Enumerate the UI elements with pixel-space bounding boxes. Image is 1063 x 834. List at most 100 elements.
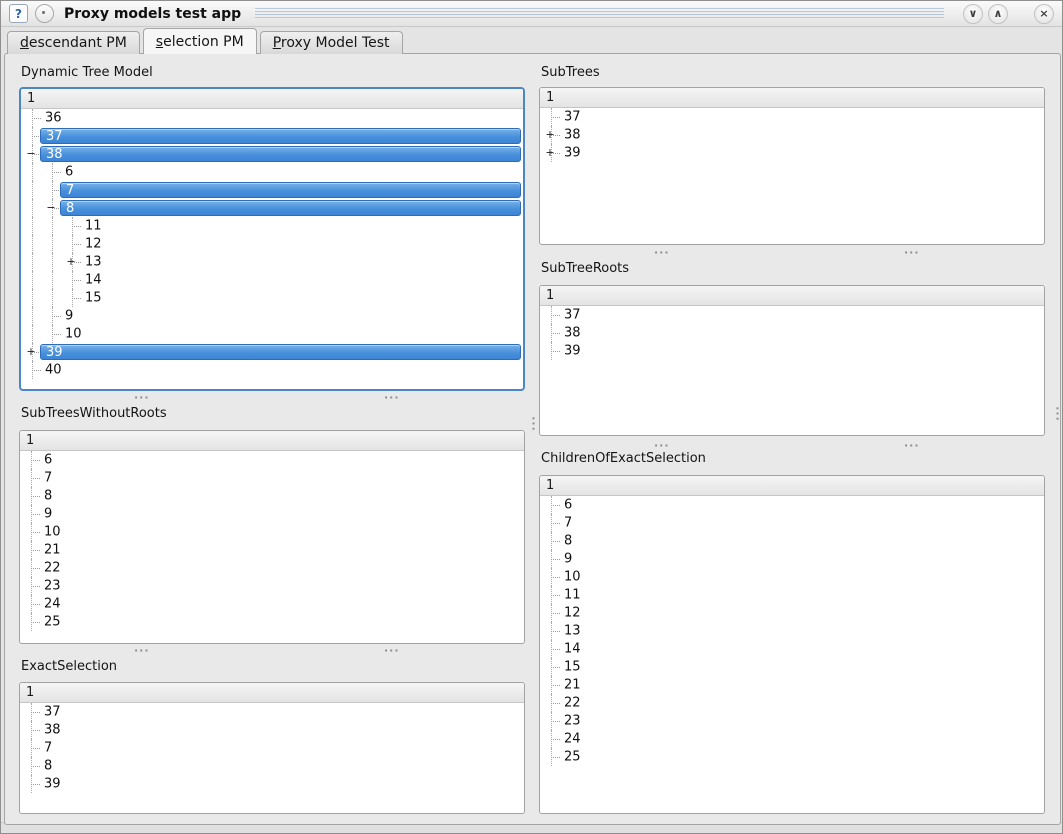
tree-row[interactable]: +39 [540,144,1044,162]
tree-row[interactable]: 25 [540,748,1044,766]
tab-selection-pm[interactable]: selection PM [143,28,257,54]
tree-item-22[interactable]: 22 [44,561,61,576]
tree-item-21[interactable]: 21 [564,678,581,693]
tree-row[interactable]: 8 [20,757,524,775]
tree-column-header[interactable]: 1 [21,89,523,109]
tree-item-9[interactable]: 9 [564,552,572,567]
tree-subtrees-without-roots[interactable]: 1 6789102122232425 [19,430,525,644]
tree-row[interactable]: 9 [20,505,524,523]
tree-item-39[interactable]: 39 [40,344,521,360]
tree-children-of-exact-selection[interactable]: 1 6 7 8 910 11 12 13 14 15 21 22 2324 25 [539,475,1045,814]
tree-item-38[interactable]: 38 [564,326,581,341]
tree-row[interactable]: 25 [20,613,524,631]
tree-column-header[interactable]: 1 [20,683,524,703]
splitter-handle[interactable]: ··· [1054,406,1060,422]
tree-row[interactable]: 39 [540,342,1044,360]
expand-icon[interactable]: + [544,126,556,144]
tree-item-23[interactable]: 23 [44,579,61,594]
tab-proxy-model-test[interactable]: Proxy Model Test [260,31,403,54]
tree-row[interactable]: 10 [540,568,1044,586]
collapse-icon[interactable]: − [45,199,57,217]
tree-row[interactable]: 22 [540,694,1044,712]
maximize-button[interactable]: ∧ [988,4,1008,24]
tree-row[interactable]: 21 [20,541,524,559]
tree-item-10[interactable]: 10 [65,327,82,342]
tree-item-12[interactable]: 12 [85,237,102,252]
tree-item-15[interactable]: 15 [564,660,581,675]
tree-row[interactable]: 23 [540,712,1044,730]
tree-item-7[interactable]: 7 [564,516,572,531]
tree-row[interactable]: 24 [540,730,1044,748]
tree-item-21[interactable]: 21 [44,543,61,558]
tree-item-9[interactable]: 9 [44,507,52,522]
tree-item-25[interactable]: 25 [564,750,581,765]
tree-item-12[interactable]: 12 [564,606,581,621]
tree-row[interactable]: 6 [21,163,523,181]
tree-row[interactable]: +38 [540,126,1044,144]
splitter-handle[interactable]: ··· [530,416,536,432]
tree-row[interactable]: 11 [540,586,1044,604]
tree-item-38[interactable]: 38 [44,723,61,738]
tree-item-8[interactable]: 8 [44,489,52,504]
tree-item-14[interactable]: 14 [564,642,581,657]
tree-row[interactable]: 23 [20,577,524,595]
tree-row[interactable]: 36 [21,109,523,127]
tree-item-8[interactable]: 8 [564,534,572,549]
tree-column-header[interactable]: 1 [540,88,1044,108]
tree-row[interactable]: 7 [21,181,523,199]
tree-row[interactable]: 10 [21,325,523,343]
tree-subtree-roots[interactable]: 1 373839 [539,285,1045,436]
tree-item-11[interactable]: 11 [564,588,581,603]
tree-row[interactable]: 8 [540,532,1044,550]
tree-row[interactable]: 12 [21,235,523,253]
tree-item-22[interactable]: 22 [564,696,581,711]
splitter-handle[interactable]: ··· [904,443,920,449]
tree-row[interactable]: 15 [21,289,523,307]
tree-row[interactable]: −8 [21,199,523,217]
tree-row[interactable]: 10 [20,523,524,541]
splitter-handle[interactable]: ··· [134,395,150,401]
minimize-button[interactable]: ∨ [963,4,983,24]
tree-item-40[interactable]: 40 [45,363,62,378]
tree-item-14[interactable]: 14 [85,273,102,288]
splitter-handle[interactable]: ··· [384,395,400,401]
splitter-handle[interactable]: ··· [904,250,920,256]
tree-row[interactable]: 13 [540,622,1044,640]
tree-subtrees[interactable]: 1 37+38+39 [539,87,1045,245]
tree-row[interactable]: 6 [540,496,1044,514]
tree-column-header[interactable]: 1 [540,476,1044,496]
splitter-handle[interactable]: ··· [384,648,400,654]
close-button[interactable]: × [1034,4,1054,24]
tree-item-9[interactable]: 9 [65,309,73,324]
splitter-handle[interactable]: ··· [654,443,670,449]
tree-row[interactable]: +39 [21,343,523,361]
tree-item-6[interactable]: 6 [564,498,572,513]
window-menu-circle-dot-icon[interactable] [35,4,54,23]
tree-row[interactable]: 24 [20,595,524,613]
tree-item-7[interactable]: 7 [60,182,521,198]
tree-row[interactable]: 7 [20,739,524,757]
tree-row[interactable]: 38 [20,721,524,739]
expand-icon[interactable]: + [25,343,37,361]
tree-item-37[interactable]: 37 [564,110,581,125]
tree-item-6[interactable]: 6 [44,453,52,468]
tree-row[interactable]: 11 [21,217,523,235]
expand-icon[interactable]: + [544,144,556,162]
tree-row[interactable]: 37 [20,703,524,721]
tree-item-7[interactable]: 7 [44,741,52,756]
tree-row[interactable]: 7 [540,514,1044,532]
tree-row[interactable]: 15 [540,658,1044,676]
tree-item-13[interactable]: 13 [564,624,581,639]
tree-row[interactable]: 37 [21,127,523,145]
tree-row[interactable]: −38 [21,145,523,163]
tree-row[interactable]: 37 [540,108,1044,126]
tree-item-37[interactable]: 37 [40,128,521,144]
tree-row[interactable]: 40 [21,361,523,379]
tree-column-header[interactable]: 1 [20,431,524,451]
tree-item-39[interactable]: 39 [564,344,581,359]
tree-row[interactable]: 14 [540,640,1044,658]
tree-item-23[interactable]: 23 [564,714,581,729]
tree-item-11[interactable]: 11 [85,219,102,234]
tree-item-38[interactable]: 38 [40,146,521,162]
tree-row[interactable]: 6 [20,451,524,469]
